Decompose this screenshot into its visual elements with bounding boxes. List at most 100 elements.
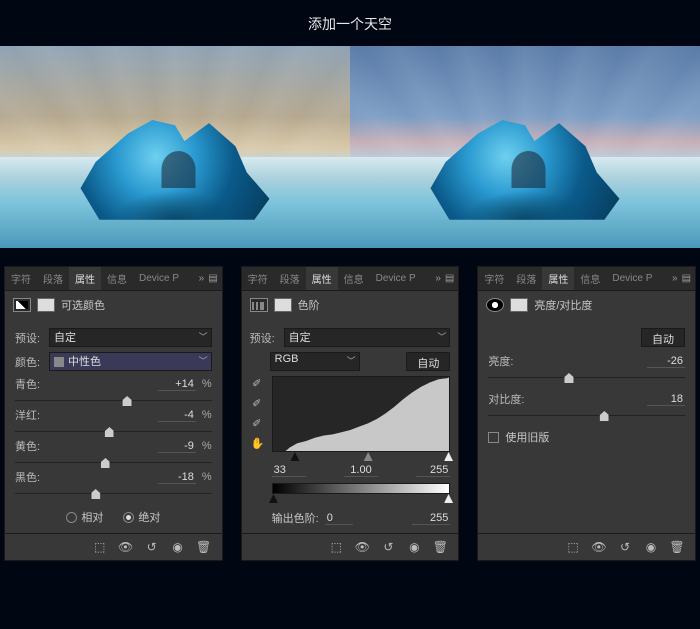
visibility-icon[interactable]: 👁 — [118, 540, 134, 554]
brightness-contrast-icon — [486, 298, 504, 312]
prev-icon[interactable]: ◉ — [406, 540, 422, 554]
panel-brightness-contrast: 字符 段落 属性 信息 Device P » ▤ 亮度/对比度 自动 亮度: — [477, 266, 696, 561]
panel-selective-color: 字符 段落 属性 信息 Device P » ▤ 可选颜色 预设: 自定 颜色:… — [4, 266, 223, 561]
out-black-input[interactable] — [325, 512, 353, 525]
in-gamma-input[interactable] — [344, 464, 378, 477]
contrast-input[interactable] — [647, 393, 685, 406]
clip-icon[interactable]: ⬚ — [565, 540, 581, 554]
prev-icon[interactable]: ◉ — [170, 540, 186, 554]
magenta-slider[interactable] — [15, 427, 212, 437]
selective-color-icon — [13, 298, 31, 312]
page-title: 添加一个天空 — [0, 0, 700, 46]
panel-levels: 字符 段落 属性 信息 Device P » ▤ 色阶 预设: 自定 RGB — [241, 266, 460, 561]
black-slider[interactable] — [15, 489, 212, 499]
input-slider[interactable] — [272, 452, 451, 462]
tab-device[interactable]: Device P — [370, 269, 422, 288]
auto-button[interactable]: 自动 — [641, 328, 685, 347]
tab-expand-icon[interactable]: » — [199, 273, 205, 284]
preset-label: 预设: — [250, 330, 278, 346]
reset-icon[interactable]: ↺ — [380, 540, 396, 554]
color-label: 颜色: — [15, 354, 43, 370]
absolute-radio[interactable]: 绝对 — [123, 509, 160, 525]
checkbox-icon — [488, 432, 499, 443]
visibility-icon[interactable]: 👁 — [354, 540, 370, 554]
trash-icon[interactable]: 🗑 — [432, 540, 448, 554]
scrubby-hand-icon[interactable]: ✋ — [250, 436, 266, 450]
tab-bar: 字符 段落 属性 信息 Device P » ▤ — [242, 267, 459, 291]
adjustment-name: 可选颜色 — [61, 297, 105, 313]
relative-radio[interactable]: 相对 — [66, 509, 103, 525]
visibility-icon[interactable]: 👁 — [591, 540, 607, 554]
channel-select[interactable]: RGB — [270, 352, 360, 371]
tab-info[interactable]: 信息 — [574, 267, 606, 290]
yellow-label: 黄色: — [15, 438, 43, 454]
adjustment-name: 亮度/对比度 — [534, 297, 592, 313]
tab-expand-icon[interactable]: » — [435, 273, 441, 284]
output-slider[interactable] — [272, 494, 451, 504]
tab-bar: 字符 段落 属性 信息 Device P » ▤ — [478, 267, 695, 291]
tab-info[interactable]: 信息 — [101, 267, 133, 290]
tab-menu-icon[interactable]: ▤ — [208, 273, 217, 284]
output-gradient — [272, 483, 451, 494]
tab-info[interactable]: 信息 — [338, 267, 370, 290]
black-input[interactable] — [158, 471, 196, 484]
tab-device[interactable]: Device P — [133, 269, 185, 288]
in-white-input[interactable] — [416, 464, 450, 477]
trash-icon[interactable]: 🗑 — [196, 540, 212, 554]
preset-select[interactable]: 自定 — [49, 328, 212, 347]
brightness-input[interactable] — [647, 355, 685, 368]
tab-properties[interactable]: 属性 — [306, 267, 338, 290]
cyan-input[interactable] — [158, 378, 196, 391]
magenta-input[interactable] — [158, 409, 196, 422]
tab-paragraph[interactable]: 段落 — [510, 267, 542, 290]
black-label: 黑色: — [15, 469, 43, 485]
tab-bar: 字符 段落 属性 信息 Device P » ▤ — [5, 267, 222, 291]
mask-icon[interactable] — [37, 298, 55, 312]
preview-row — [0, 46, 700, 248]
tab-expand-icon[interactable]: » — [672, 273, 678, 284]
out-white-input[interactable] — [412, 512, 450, 525]
eyedropper-white-icon[interactable]: ✐ — [250, 416, 264, 430]
tab-menu-icon[interactable]: ▤ — [445, 273, 454, 284]
tab-character[interactable]: 字符 — [478, 267, 510, 290]
eyedropper-black-icon[interactable]: ✐ — [250, 376, 264, 390]
brightness-slider[interactable] — [488, 373, 685, 383]
preset-label: 预设: — [15, 330, 43, 346]
legacy-checkbox[interactable]: 使用旧版 — [488, 429, 685, 445]
in-black-input[interactable] — [272, 464, 306, 477]
mask-icon[interactable] — [510, 298, 528, 312]
tab-properties[interactable]: 属性 — [542, 267, 574, 290]
auto-button[interactable]: 自动 — [406, 352, 450, 371]
mask-icon[interactable] — [274, 298, 292, 312]
clip-icon[interactable]: ⬚ — [92, 540, 108, 554]
contrast-slider[interactable] — [488, 411, 685, 421]
histogram — [272, 376, 451, 452]
clip-icon[interactable]: ⬚ — [328, 540, 344, 554]
preview-before — [0, 46, 350, 248]
reset-icon[interactable]: ↺ — [617, 540, 633, 554]
cyan-slider[interactable] — [15, 396, 212, 406]
pct: % — [202, 378, 212, 390]
contrast-label: 对比度: — [488, 391, 532, 407]
eyedropper-gray-icon[interactable]: ✐ — [250, 396, 264, 410]
levels-icon — [250, 298, 268, 312]
tab-device[interactable]: Device P — [606, 269, 658, 288]
trash-icon[interactable]: 🗑 — [669, 540, 685, 554]
panels-row: 字符 段落 属性 信息 Device P » ▤ 可选颜色 预设: 自定 颜色:… — [0, 248, 700, 561]
cyan-label: 青色: — [15, 376, 43, 392]
yellow-input[interactable] — [158, 440, 196, 453]
magenta-label: 洋红: — [15, 407, 43, 423]
tab-paragraph[interactable]: 段落 — [37, 267, 69, 290]
tab-paragraph[interactable]: 段落 — [274, 267, 306, 290]
preset-select[interactable]: 自定 — [284, 328, 451, 347]
yellow-slider[interactable] — [15, 458, 212, 468]
reset-icon[interactable]: ↺ — [144, 540, 160, 554]
tab-menu-icon[interactable]: ▤ — [682, 273, 691, 284]
tab-properties[interactable]: 属性 — [69, 267, 101, 290]
brightness-label: 亮度: — [488, 353, 532, 369]
color-select[interactable]: 中性色 — [49, 352, 212, 371]
tab-character[interactable]: 字符 — [5, 267, 37, 290]
prev-icon[interactable]: ◉ — [643, 540, 659, 554]
preview-after — [350, 46, 700, 248]
tab-character[interactable]: 字符 — [242, 267, 274, 290]
